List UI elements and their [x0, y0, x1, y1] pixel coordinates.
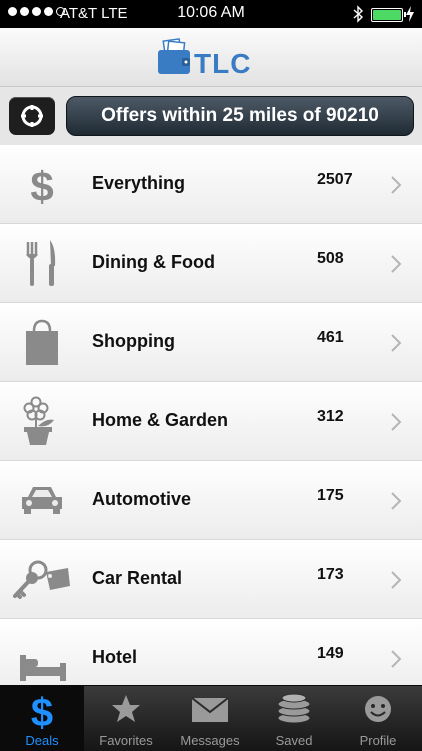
tab-bar: $ Deals Favorites Messages Saved Profile	[0, 685, 422, 751]
tab-label: Saved	[275, 733, 313, 748]
charging-bolt-icon	[406, 6, 414, 22]
location-target-icon	[21, 105, 43, 127]
category-label: Hotel	[92, 647, 137, 667]
tab-label: Deals	[25, 733, 59, 748]
coins-icon	[277, 693, 311, 724]
category-label: Home & Garden	[92, 410, 229, 430]
category-count: 508	[317, 250, 344, 267]
chevron-right-icon	[391, 492, 402, 510]
category-row-home-garden[interactable]: Home & Garden 312	[0, 382, 422, 461]
category-count: 149	[317, 645, 344, 662]
wallet-icon	[158, 38, 190, 74]
tab-label: Messages	[180, 733, 240, 748]
category-label: Car Rental	[92, 568, 183, 588]
location-button[interactable]	[9, 97, 55, 135]
app-name: TLC	[194, 48, 252, 79]
tab-profile[interactable]: Profile	[336, 686, 420, 751]
category-row-shopping[interactable]: Shopping 461	[0, 303, 422, 382]
car-icon	[22, 487, 62, 514]
chevron-right-icon	[391, 176, 402, 194]
category-label: Dining & Food	[92, 252, 215, 272]
category-count: 175	[317, 487, 344, 504]
tab-deals[interactable]: $ Deals	[0, 686, 84, 751]
star-icon	[112, 695, 140, 722]
category-label: Automotive	[92, 489, 191, 509]
battery-icon	[371, 8, 406, 22]
tab-label: Favorites	[99, 733, 153, 748]
category-row-hotel[interactable]: Hotel 149	[0, 619, 422, 685]
chevron-right-icon	[391, 334, 402, 352]
category-count: 173	[317, 566, 344, 583]
category-count: 2507	[317, 171, 353, 188]
offers-radius-button[interactable]: Offers within 25 miles of 90210	[66, 96, 414, 136]
category-list: $ Everything 2507 Dining & Food 508 Shop…	[0, 145, 422, 685]
shopping-bag-icon	[26, 319, 58, 365]
chevron-right-icon	[391, 413, 402, 431]
smiley-icon	[365, 696, 391, 722]
tab-favorites[interactable]: Favorites	[84, 686, 168, 751]
fork-knife-icon	[26, 240, 56, 286]
bluetooth-icon	[353, 5, 364, 23]
svg-text:$: $	[30, 163, 53, 209]
category-row-everything[interactable]: $ Everything 2507	[0, 145, 422, 224]
status-bar: AT&T LTE 10:06 AM	[0, 0, 422, 28]
category-count: 461	[317, 329, 344, 346]
tab-label: Profile	[359, 733, 397, 748]
chevron-right-icon	[391, 650, 402, 668]
svg-text:$: $	[31, 692, 53, 732]
dollar-icon: $	[30, 163, 53, 209]
category-row-dining-food[interactable]: Dining & Food 508	[0, 224, 422, 303]
category-row-automotive[interactable]: Automotive 175	[0, 461, 422, 540]
category-label: Everything	[92, 173, 186, 193]
flower-pot-icon	[23, 396, 54, 445]
category-label: Shopping	[92, 331, 175, 351]
category-count: 312	[317, 408, 344, 425]
envelope-icon	[191, 697, 229, 722]
bed-icon	[20, 655, 66, 681]
category-row-car-rental[interactable]: Car Rental 173	[0, 540, 422, 619]
car-keys-icon	[13, 560, 70, 599]
dollar-tab-icon: $	[31, 692, 53, 732]
app-header: TLC	[0, 28, 422, 87]
chevron-right-icon	[391, 571, 402, 589]
chevron-right-icon	[391, 255, 402, 273]
offers-bar: Offers within 25 miles of 90210	[0, 87, 422, 146]
tab-saved[interactable]: Saved	[252, 686, 336, 751]
tlc-logo: TLC	[156, 36, 276, 79]
tab-messages[interactable]: Messages	[168, 686, 252, 751]
